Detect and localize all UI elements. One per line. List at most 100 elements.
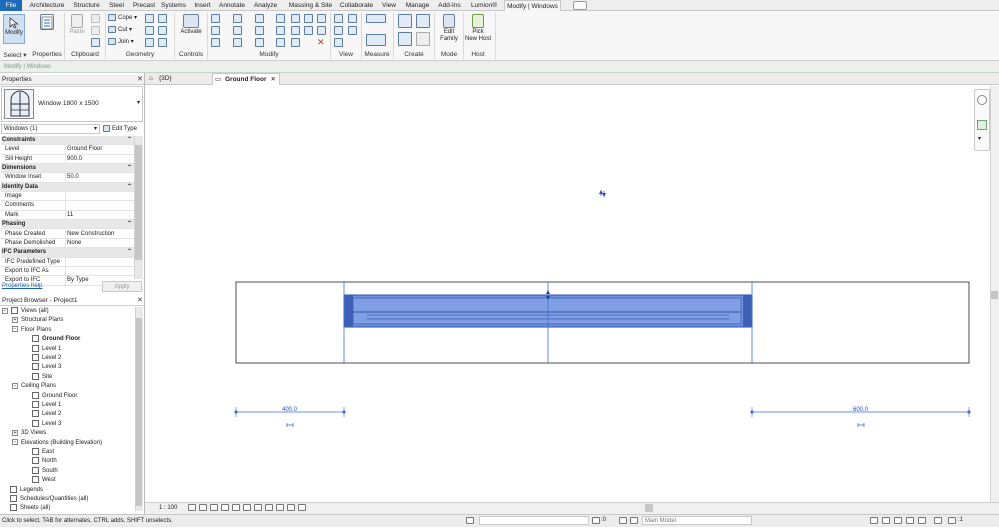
pin-icon[interactable] <box>276 38 285 47</box>
browser-item[interactable]: Level 1 <box>32 344 61 354</box>
mirror-axis-icon[interactable] <box>233 14 242 23</box>
view-cube-icon[interactable] <box>977 95 987 105</box>
join-button[interactable]: Join ▾ <box>108 37 134 47</box>
canvas-horizontal-scrollbar-thumb[interactable] <box>645 504 653 512</box>
property-row[interactable]: Mark 11 <box>1 210 134 221</box>
wall-joins-icon[interactable] <box>145 14 154 23</box>
trim-multiple-icon[interactable] <box>304 14 313 23</box>
unpin-icon[interactable] <box>291 14 300 23</box>
pick-new-host-button[interactable]: Pick New Host <box>463 14 493 43</box>
visual-style-icon[interactable] <box>199 504 207 511</box>
create-similar-element-icon[interactable] <box>416 32 430 46</box>
tab-massing-site[interactable]: Massing & Site <box>286 0 335 11</box>
edit-family-button[interactable]: Edit Family <box>437 14 461 43</box>
tab-steel[interactable]: Steel <box>105 0 128 11</box>
instance-filter-dropdown[interactable]: Windows (1) ▾ <box>1 124 100 134</box>
copy-element-icon[interactable] <box>233 38 242 47</box>
unpin-element-icon[interactable] <box>304 26 313 35</box>
design-option-dropdown[interactable]: Main Model <box>642 516 752 525</box>
collapse-icon[interactable]: − <box>12 382 18 389</box>
property-value[interactable]: New Construction <box>65 229 127 239</box>
property-value[interactable]: 11 <box>65 210 127 220</box>
browser-item[interactable]: Site <box>32 372 52 382</box>
property-value[interactable]: Ground Floor <box>65 145 127 155</box>
property-category[interactable]: Constraints ⌃ <box>1 136 134 146</box>
lock-3d-icon[interactable] <box>254 504 262 511</box>
browser-item[interactable]: +3D Views <box>12 429 46 438</box>
collapse-icon[interactable]: ⌃ <box>127 248 132 257</box>
override-graphics-icon[interactable] <box>334 26 343 35</box>
property-value[interactable] <box>65 266 127 276</box>
dimension-left-value[interactable]: 400.0 <box>282 407 297 413</box>
offset-icon[interactable] <box>211 26 220 35</box>
property-row[interactable]: Level Ground Floor <box>1 145 134 155</box>
property-row[interactable]: Window Inset 50.0 <box>1 173 134 183</box>
property-row[interactable]: Comments <box>1 201 134 211</box>
tab-annotate[interactable]: Annotate <box>218 0 246 11</box>
linework-icon[interactable] <box>334 38 343 47</box>
detail-level-icon[interactable] <box>188 504 196 511</box>
tab-view[interactable]: View <box>378 0 400 11</box>
collapse-icon[interactable]: ⌃ <box>127 183 132 192</box>
create-parts-icon[interactable] <box>416 14 430 28</box>
property-category[interactable]: Identity Data ⌃ <box>1 182 134 193</box>
scale-icon[interactable] <box>276 14 285 23</box>
hide-in-view-icon[interactable] <box>334 14 343 23</box>
browser-item[interactable]: Level 3 <box>32 419 61 429</box>
tab-manage[interactable]: Manage <box>402 0 433 11</box>
tab-systems[interactable]: Systems <box>159 0 188 11</box>
rotate-icon[interactable] <box>255 38 264 47</box>
join-roof-icon[interactable] <box>145 38 154 47</box>
browser-item[interactable]: − Elevations (Building Elevation) <box>12 439 102 448</box>
browser-item[interactable]: Ground Floor <box>32 391 77 401</box>
property-category[interactable]: Phasing ⌃ <box>1 220 134 230</box>
property-row[interactable]: Sill Height 900.0 <box>1 154 134 165</box>
modify-button[interactable]: Modify <box>3 14 25 44</box>
select-group-label[interactable]: Select ▾ <box>2 51 28 60</box>
reveal-hidden-icon[interactable] <box>276 504 284 511</box>
browser-item[interactable]: North <box>32 457 57 466</box>
collapse-icon[interactable]: ⌃ <box>127 164 132 173</box>
tab-add-ins[interactable]: Add-Ins <box>435 0 464 11</box>
apply-button[interactable]: Apply <box>102 281 142 292</box>
aligned-dimension-icon[interactable] <box>366 34 386 46</box>
property-value[interactable]: 900.0 <box>65 154 127 164</box>
workset-dropdown[interactable] <box>479 516 589 525</box>
split-icon[interactable] <box>255 14 264 23</box>
browser-scrollbar-thumb[interactable] <box>136 318 142 506</box>
tab-structure[interactable]: Structure <box>70 0 103 11</box>
property-row[interactable]: IFC Predefined Type <box>1 257 134 267</box>
tab-insert[interactable]: Insert <box>189 0 216 11</box>
demolish-icon[interactable] <box>158 26 167 35</box>
tab-architecture[interactable]: Architecture <box>26 0 68 11</box>
cut-button[interactable]: Cut ▾ <box>108 25 132 35</box>
properties-button[interactable] <box>36 14 58 44</box>
create-group-icon[interactable] <box>398 32 412 46</box>
property-value[interactable] <box>65 257 127 267</box>
match-icon[interactable] <box>317 26 326 35</box>
quick-access-dropdown-icon[interactable] <box>573 1 587 10</box>
collapse-icon[interactable]: − <box>12 326 18 333</box>
browser-item[interactable]: West <box>32 476 56 485</box>
tab-analyze[interactable]: Analyze <box>247 0 284 11</box>
editable-only-icon[interactable] <box>592 517 600 524</box>
browser-item[interactable]: Sheets (all) <box>10 504 50 513</box>
temporary-hide-icon[interactable] <box>265 504 273 511</box>
tab-3d[interactable]: ⌂ {3D} <box>147 73 209 85</box>
browser-item[interactable]: − Floor Plans <box>12 326 51 335</box>
browser-item[interactable]: Schedules/Quantities (all) <box>10 495 88 504</box>
view-option-icon[interactable] <box>348 14 357 23</box>
tab-lumion[interactable]: Lumion® <box>466 0 502 11</box>
array-icon[interactable] <box>276 26 285 35</box>
match-type-icon[interactable] <box>91 38 100 47</box>
view-option2-icon[interactable] <box>348 26 357 35</box>
paste-button[interactable]: Paste <box>67 14 87 36</box>
paint-icon[interactable] <box>145 26 154 35</box>
property-row[interactable]: Image <box>1 192 134 202</box>
measure-icon[interactable] <box>366 14 386 23</box>
select-pinned-icon[interactable] <box>894 517 902 524</box>
crop-view-icon[interactable] <box>232 504 240 511</box>
cut-clipboard-icon[interactable] <box>91 26 100 35</box>
browser-item[interactable]: − Ceiling Plans <box>12 382 56 391</box>
filter-icon[interactable] <box>948 517 956 524</box>
